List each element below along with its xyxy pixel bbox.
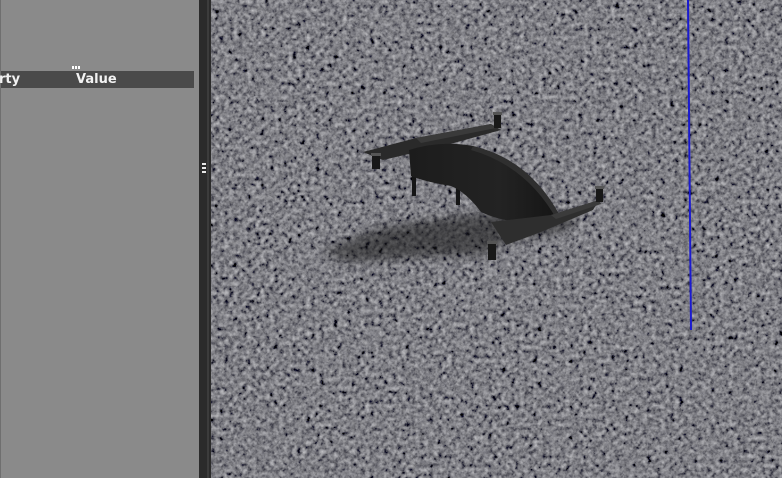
3d-viewport[interactable]: [211, 0, 782, 478]
column-resize-grip[interactable]: [72, 66, 80, 69]
properties-table-header: rty Value: [0, 71, 194, 88]
motor-icon: [487, 241, 497, 260]
property-column-header[interactable]: rty: [0, 71, 20, 88]
motor-icon: [371, 153, 381, 169]
splitter-handle-icon[interactable]: [202, 163, 206, 173]
splitter-edge: [207, 0, 209, 478]
properties-panel: rty Value: [0, 0, 199, 478]
value-column-header[interactable]: Value: [76, 71, 117, 88]
panel-splitter[interactable]: [199, 0, 211, 478]
motor-icon: [493, 112, 502, 128]
motor-icon: [595, 186, 604, 202]
scene-canvas[interactable]: [211, 0, 782, 478]
